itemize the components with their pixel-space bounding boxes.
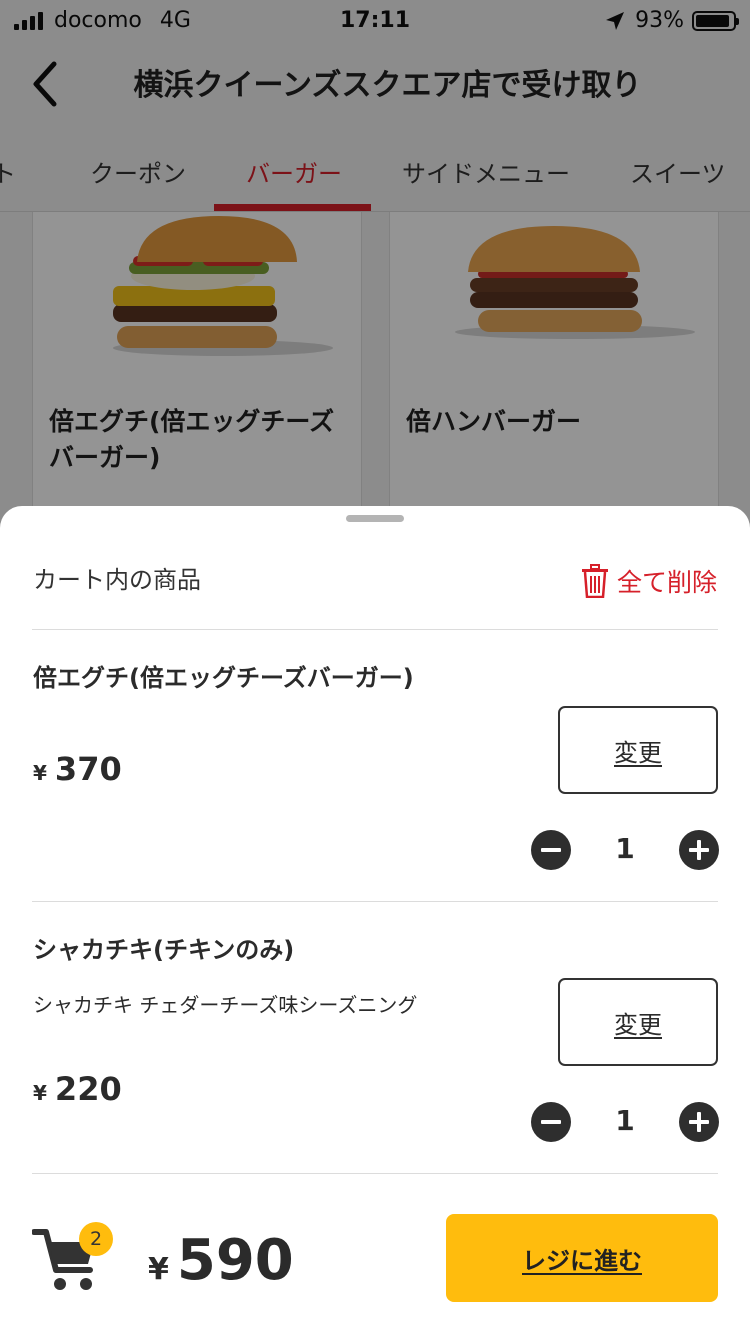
divider <box>32 901 718 902</box>
cart-count-badge: 2 <box>79 1222 113 1256</box>
divider <box>32 629 718 630</box>
cart-item-price: ¥ 220 <box>33 1070 122 1108</box>
cart-item-name: 倍エグチ(倍エッグチーズバーガー) <box>33 664 414 692</box>
trash-icon <box>581 564 608 598</box>
cart-total: ¥ 590 <box>148 1228 294 1293</box>
delete-all-label: 全て削除 <box>616 568 717 597</box>
quantity-stepper: 1 <box>531 830 719 872</box>
currency-symbol: ¥ <box>33 1081 47 1105</box>
total-value: 590 <box>176 1228 294 1293</box>
sheet-drag-handle[interactable] <box>346 515 404 522</box>
currency-symbol: ¥ <box>148 1252 169 1287</box>
price-value: 220 <box>54 1070 122 1108</box>
cart-title: カート内の商品 <box>33 566 201 594</box>
increase-quantity-button[interactable] <box>679 1102 719 1142</box>
cart-item-name: シャカチキ(チキンのみ) <box>33 936 295 964</box>
increase-quantity-button[interactable] <box>679 830 719 870</box>
cart-bottom-sheet: カート内の商品 全て削除 倍エグチ(倍エッグチーズバーガー) 変更 ¥ 370 … <box>0 506 750 1334</box>
quantity-stepper: 1 <box>531 1102 719 1144</box>
checkout-button[interactable]: レジに進む <box>446 1214 718 1302</box>
divider <box>32 1173 718 1174</box>
cart-item-option: シャカチキ チェダーチーズ味シーズニング <box>33 993 418 1017</box>
change-button[interactable]: 変更 <box>558 978 718 1066</box>
delete-all-button[interactable]: 全て削除 <box>581 561 717 601</box>
change-button[interactable]: 変更 <box>558 706 718 794</box>
price-value: 370 <box>54 750 122 788</box>
cart-item-price: ¥ 370 <box>33 750 122 788</box>
currency-symbol: ¥ <box>33 761 47 785</box>
